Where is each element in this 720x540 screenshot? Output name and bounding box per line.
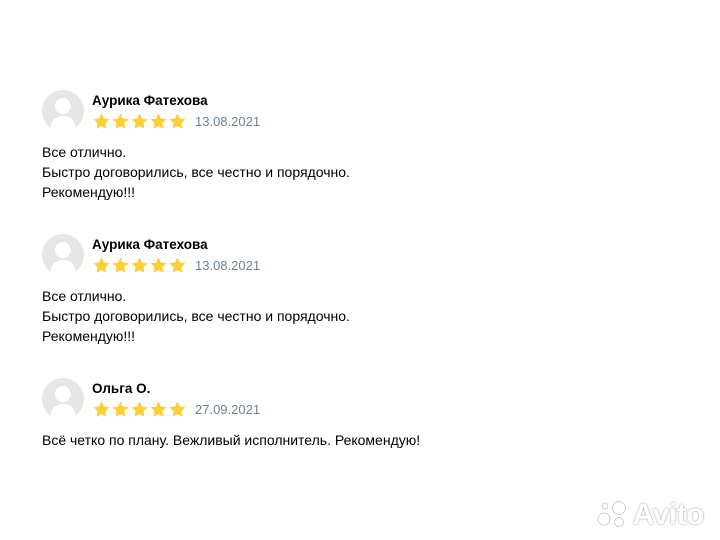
rating-stars (92, 256, 187, 275)
user-placeholder-icon (50, 98, 76, 132)
star-icon (112, 112, 129, 129)
rating-stars (92, 400, 187, 419)
star-icon (131, 256, 148, 273)
user-placeholder-icon (50, 242, 76, 276)
rating-row: 13.08.2021 (92, 111, 260, 131)
star-icon (131, 400, 148, 417)
rating-row: 13.08.2021 (92, 255, 260, 275)
star-icon (93, 256, 110, 273)
review-text-line: Рекомендую!!! (42, 184, 136, 200)
review-text-line: Все отлично. (42, 288, 127, 304)
review-author[interactable]: Аурика Фатехова (92, 92, 208, 110)
review-author[interactable]: Ольга О. (92, 380, 150, 398)
star-icon (169, 256, 186, 273)
review-text-line: Рекомендую!!! (42, 328, 136, 344)
review-date: 13.08.2021 (195, 257, 261, 273)
avatar[interactable] (42, 234, 84, 276)
star-icon (150, 400, 167, 417)
review-date: 27.09.2021 (195, 401, 261, 417)
review-text-line: Быстро договорились, все честно и порядо… (42, 164, 350, 180)
star-icon (93, 400, 110, 417)
avito-watermark: Avito (595, 498, 705, 531)
review-text-line: Быстро договорились, все честно и порядо… (42, 308, 350, 324)
review-text: Всё четко по плану. Вежливый исполнитель… (42, 430, 420, 450)
avatar[interactable] (42, 378, 84, 420)
star-icon (112, 256, 129, 273)
star-icon (112, 400, 129, 417)
star-icon (93, 112, 110, 129)
rating-stars (92, 112, 187, 131)
review-text: Все отлично. Быстро договорились, все че… (42, 286, 350, 346)
review-date: 13.08.2021 (195, 113, 261, 129)
review-author[interactable]: Аурика Фатехова (92, 236, 208, 254)
star-icon (169, 400, 186, 417)
star-icon (150, 256, 167, 273)
star-icon (150, 112, 167, 129)
avito-logo-icon (597, 501, 626, 527)
star-icon (131, 112, 148, 129)
star-icon (169, 112, 186, 129)
review-text-line: Все отлично. (42, 144, 127, 160)
review-text: Все отлично. Быстро договорились, все че… (42, 142, 350, 202)
review-text-line: Всё четко по плану. Вежливый исполнитель… (42, 432, 421, 448)
watermark-text: Avito (632, 498, 705, 531)
avatar[interactable] (42, 90, 84, 132)
user-placeholder-icon (50, 386, 76, 420)
rating-row: 27.09.2021 (92, 399, 260, 419)
